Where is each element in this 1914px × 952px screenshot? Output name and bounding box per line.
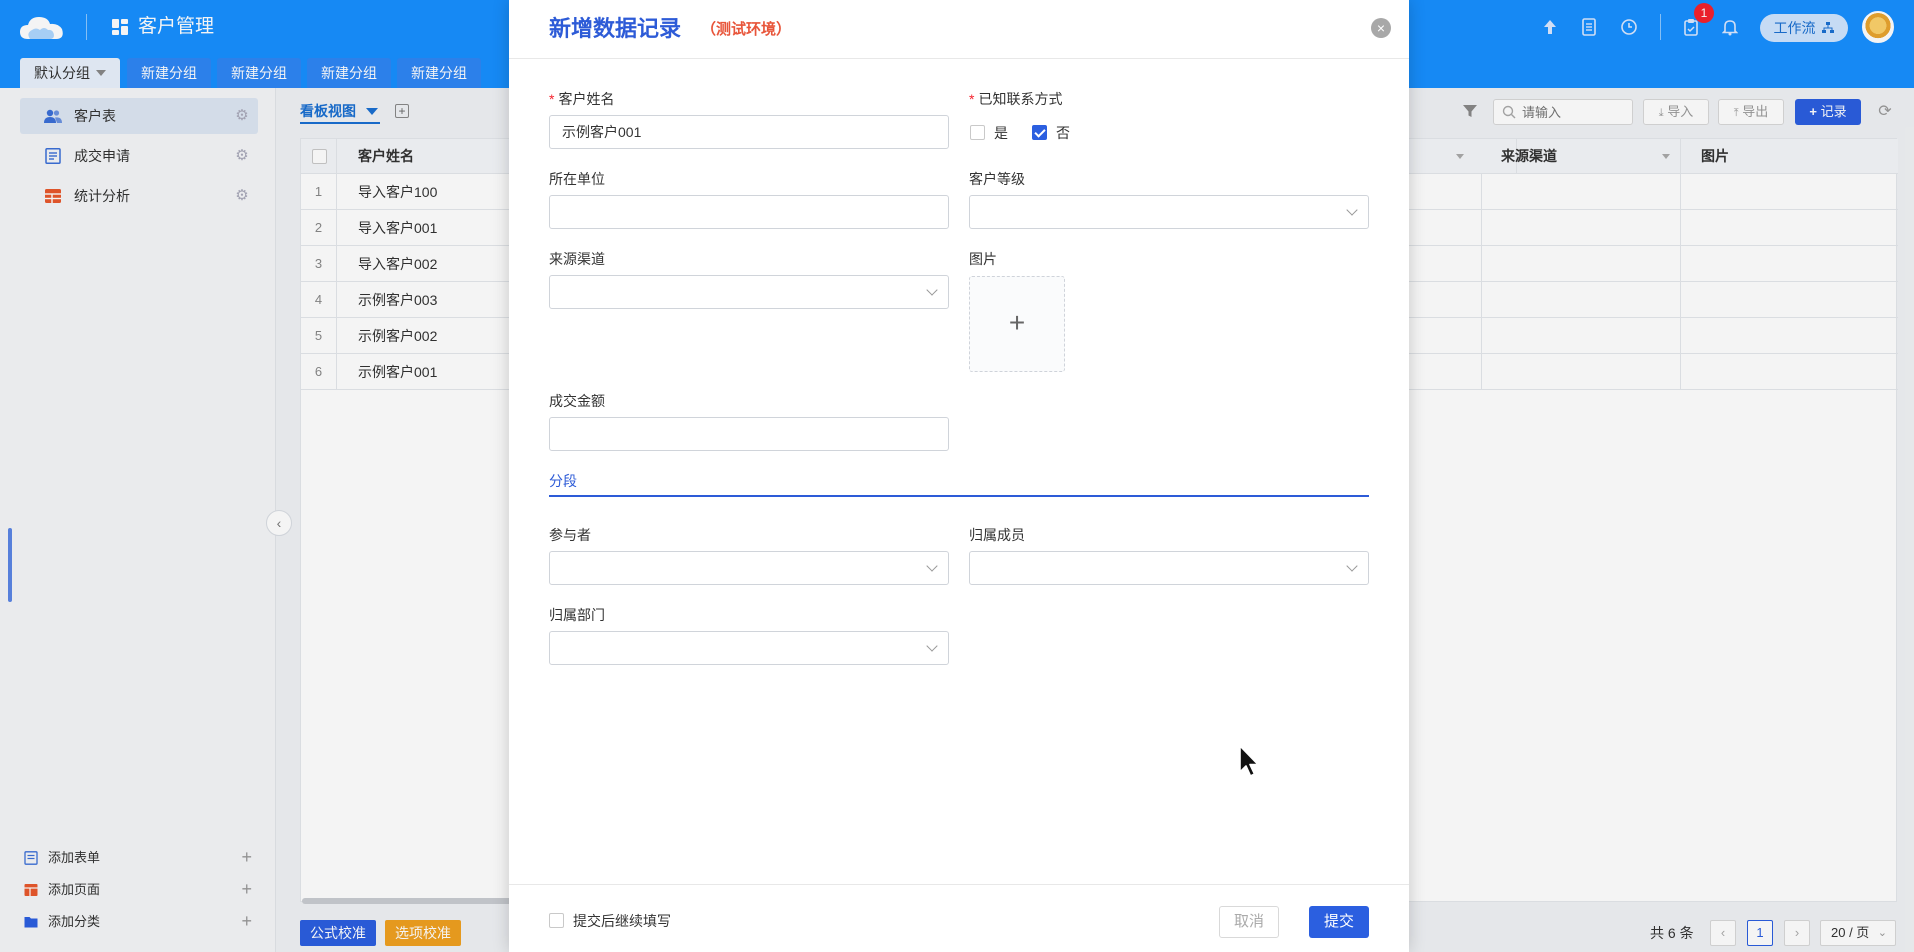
known-contact-no-label: 否 bbox=[1056, 125, 1070, 141]
customer-level-select[interactable] bbox=[969, 195, 1369, 229]
deal-amount-label: 成交金额 bbox=[549, 393, 605, 409]
customer-name-label-text: 客户姓名 bbox=[558, 91, 615, 107]
chevron-down-icon bbox=[926, 560, 938, 572]
participants-label: 参与者 bbox=[549, 527, 591, 543]
section-title: 分段 bbox=[549, 473, 577, 489]
chevron-down-icon bbox=[1346, 204, 1358, 216]
chevron-down-icon bbox=[926, 640, 938, 652]
source-channel-label: 来源渠道 bbox=[549, 251, 605, 267]
chevron-down-icon bbox=[1346, 560, 1358, 572]
new-record-dialog: 新增数据记录 （测试环境） × *客户姓名 *已知联系方式 是 否 所在单位 客… bbox=[509, 0, 1409, 952]
required-mark: * bbox=[549, 91, 555, 107]
picture-label: 图片 bbox=[969, 251, 997, 267]
known-contact-no-checkbox[interactable] bbox=[1032, 125, 1047, 140]
chevron-down-icon bbox=[926, 284, 938, 296]
required-mark: * bbox=[969, 91, 975, 107]
source-channel-select[interactable] bbox=[549, 275, 949, 309]
owner-member-select[interactable] bbox=[969, 551, 1369, 585]
known-contact-yes-checkbox[interactable] bbox=[970, 125, 985, 140]
known-contact-label: * 已知联系方式 bbox=[969, 90, 1062, 108]
cancel-button[interactable]: 取消 bbox=[1219, 906, 1279, 938]
company-field[interactable] bbox=[549, 195, 949, 229]
close-icon[interactable]: × bbox=[1371, 18, 1391, 38]
company-input[interactable] bbox=[562, 203, 932, 221]
owner-member-label: 归属成员 bbox=[969, 527, 1025, 543]
continue-after-submit-checkbox[interactable] bbox=[549, 913, 564, 928]
continue-after-submit-label: 提交后继续填写 bbox=[573, 913, 671, 929]
section-divider bbox=[549, 495, 1369, 497]
customer-name-field[interactable] bbox=[549, 115, 949, 149]
owner-department-select[interactable] bbox=[549, 631, 949, 665]
picture-upload[interactable]: + bbox=[969, 276, 1065, 372]
participants-select[interactable] bbox=[549, 551, 949, 585]
mouse-cursor-icon bbox=[1239, 745, 1259, 777]
company-label: 所在单位 bbox=[549, 171, 605, 187]
dialog-title: 新增数据记录 bbox=[549, 16, 682, 41]
owner-department-label: 归属部门 bbox=[549, 607, 605, 623]
dialog-header: 新增数据记录 （测试环境） × bbox=[509, 0, 1409, 59]
customer-name-input[interactable] bbox=[562, 123, 932, 141]
known-contact-yes-label: 是 bbox=[994, 125, 1008, 141]
known-contact-label-text: 已知联系方式 bbox=[978, 91, 1063, 107]
customer-name-label: * 客户姓名 bbox=[549, 90, 614, 108]
environment-tag: （测试环境） bbox=[701, 21, 792, 38]
plus-icon: + bbox=[1008, 307, 1026, 338]
submit-button[interactable]: 提交 bbox=[1309, 906, 1369, 938]
dialog-footer: 提交后继续填写 取消 提交 bbox=[509, 884, 1409, 952]
deal-amount-field[interactable] bbox=[549, 417, 949, 451]
deal-amount-input[interactable] bbox=[562, 425, 932, 443]
customer-level-label: 客户等级 bbox=[969, 171, 1025, 187]
